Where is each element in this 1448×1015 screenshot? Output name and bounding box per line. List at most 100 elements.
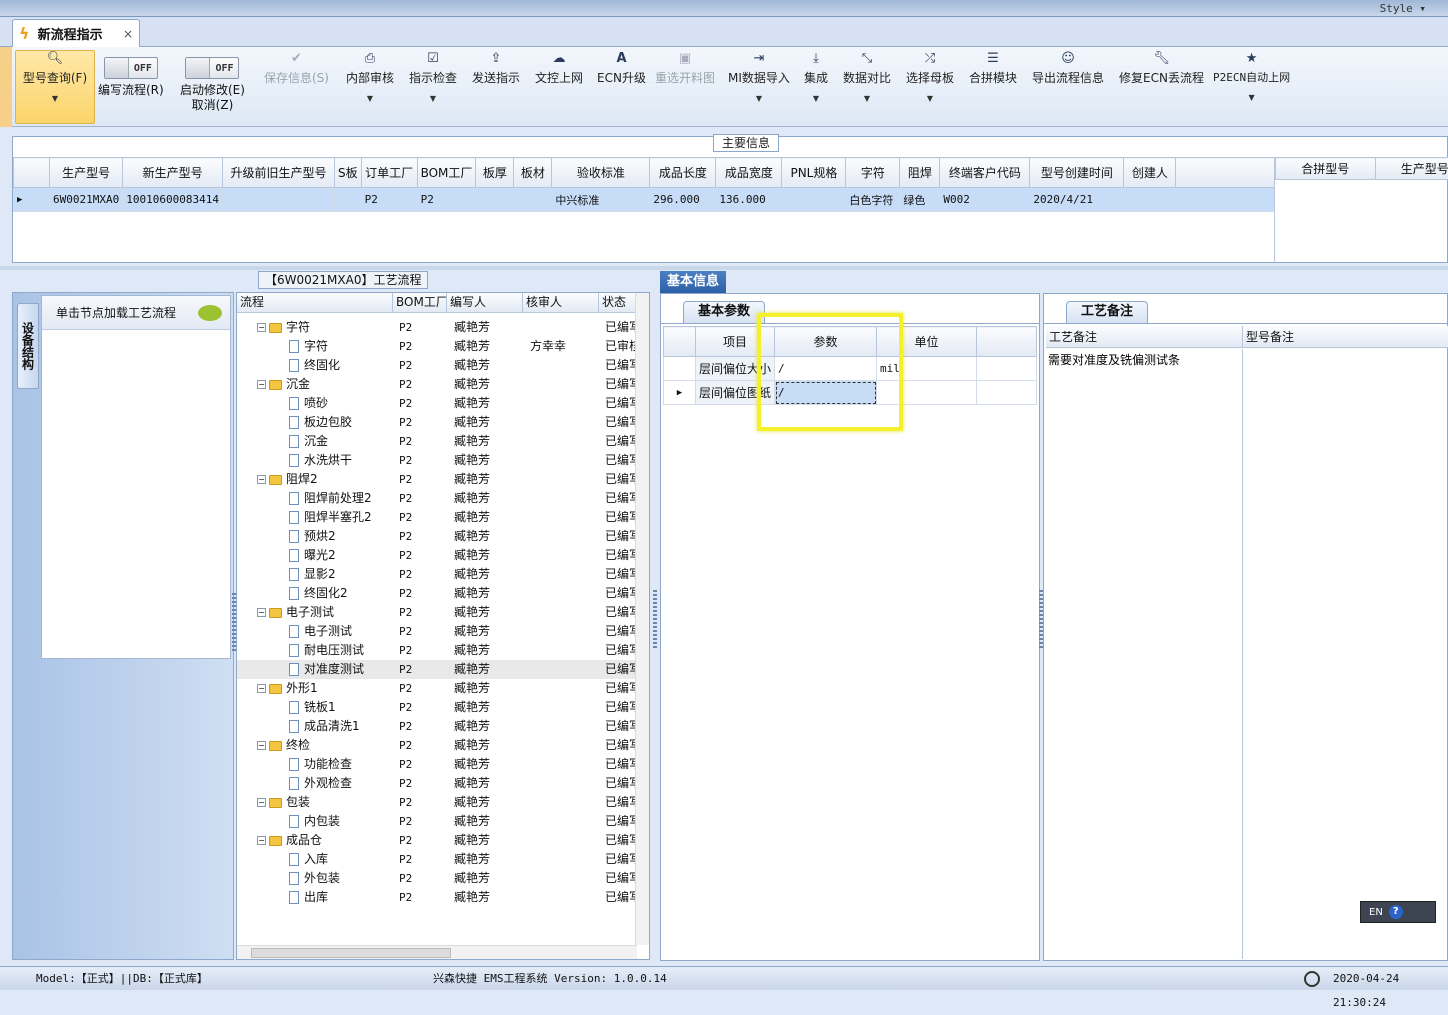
cell[interactable]: 296.000	[649, 187, 717, 212]
cell[interactable]: 绿色	[899, 187, 941, 212]
doc-control-online-button[interactable]: ☁ 文控上网	[535, 51, 583, 86]
scroll-thumb[interactable]	[251, 948, 451, 958]
table-row[interactable]: ▶ 6W0021MXA0 10010600083414 P2 P2 中兴标准 296.000…	[13, 187, 1275, 212]
collapse-icon[interactable]: −	[257, 798, 266, 807]
collapse-icon[interactable]: −	[257, 684, 266, 693]
cell[interactable]	[221, 187, 335, 212]
cell[interactable]: 中兴标准	[551, 187, 651, 212]
fix-ecn-lost-flow-button[interactable]: 🔧︎ 修复ECN丢流程	[1119, 51, 1204, 86]
internal-review-button[interactable]: ⎙ 内部审核 ▼	[346, 51, 394, 103]
tree-row[interactable]: − 字符 P2 臧艳芳 已编写	[237, 318, 637, 337]
close-icon[interactable]: ×	[123, 27, 133, 41]
cell[interactable]: 白色字符	[845, 187, 901, 212]
column-header[interactable]: 成品宽度	[715, 157, 783, 188]
horizontal-splitter[interactable]	[0, 266, 1448, 270]
select-master-board-button[interactable]: ⤮ 选择母板 ▼	[906, 51, 954, 103]
tree-row[interactable]: 铣板1 P2 臧艳芳 已编写	[237, 698, 637, 717]
column-header[interactable]: 板厚	[475, 157, 515, 188]
export-flow-info-button[interactable]: ☺ 导出流程信息	[1032, 51, 1104, 86]
tab-process-notes[interactable]: 工艺备注	[1066, 301, 1149, 323]
tree-row[interactable]: 字符 P2 臧艳芳 方幸幸 已审核	[237, 337, 637, 356]
tree-row[interactable]: 喷砂 P2 臧艳芳 已编写	[237, 394, 637, 413]
status-column-header[interactable]: 状态	[599, 293, 637, 312]
tree-row[interactable]: 内包装 P2 臧艳芳 已编写	[237, 812, 637, 831]
column-header[interactable]: 型号创建时间	[1029, 157, 1125, 188]
column-header[interactable]: 终端客户代码	[939, 157, 1031, 188]
collapse-icon[interactable]: −	[257, 608, 266, 617]
cancel-button[interactable]: 取消(Z)	[192, 98, 234, 113]
column-header[interactable]: 字符	[845, 157, 901, 188]
tree-row[interactable]: − 终检 P2 臧艳芳 已编写	[237, 736, 637, 755]
cell[interactable]	[1123, 187, 1177, 212]
process-notes-textarea[interactable]: 需要对准度及铣偏测试条	[1046, 349, 1243, 959]
load-flow-header[interactable]: 单击节点加载工艺流程	[42, 296, 230, 330]
column-header[interactable]: 创建人	[1123, 157, 1177, 188]
save-info-button[interactable]: ✔ 保存信息(S)	[264, 51, 329, 86]
tree-row[interactable]: 水洗烘干 P2 臧艳芳 已编写	[237, 451, 637, 470]
cell[interactable]: P2	[416, 187, 477, 212]
tree-row[interactable]: 阻焊前处理2 P2 臧艳芳 已编写	[237, 489, 637, 508]
bom-factory-column-header[interactable]: BOM工厂	[393, 293, 447, 312]
tree-row[interactable]: 终固化2 P2 臧艳芳 已编写	[237, 584, 637, 603]
cell[interactable]: 6W0021MXA0	[48, 187, 124, 212]
tree-row[interactable]: − 包装 P2 臧艳芳 已编写	[237, 793, 637, 812]
column-header[interactable]: 成品长度	[649, 157, 717, 188]
tree-row[interactable]: 外包装 P2 臧艳芳 已编写	[237, 869, 637, 888]
merge-module-button[interactable]: ☰ 合拼模块	[969, 51, 1017, 86]
tree-row[interactable]: 电子测试 P2 臧艳芳 已编写	[237, 622, 637, 641]
style-menu[interactable]: Style ▾	[1380, 2, 1426, 15]
tree-row[interactable]: − 阻焊2 P2 臧艳芳 已编写	[237, 470, 637, 489]
collapse-icon[interactable]: −	[257, 475, 266, 484]
help-icon[interactable]: ?	[1388, 905, 1403, 919]
tree-row[interactable]: 曝光2 P2 臧艳芳 已编写	[237, 546, 637, 565]
ime-bar[interactable]: EN ?	[1360, 901, 1436, 923]
data-compare-button[interactable]: ⤡ 数据对比 ▼	[843, 51, 891, 103]
tree-row[interactable]: − 外形1 P2 臧艳芳 已编写	[237, 679, 637, 698]
tree-row[interactable]: − 成品仓 P2 臧艳芳 已编写	[237, 831, 637, 850]
merge-model-header[interactable]: 合拼型号	[1275, 157, 1376, 180]
cell[interactable]: W002	[939, 187, 1031, 212]
collapse-icon[interactable]: −	[257, 836, 266, 845]
collapse-icon[interactable]: −	[257, 380, 266, 389]
tab-new-flow[interactable]: ϟ 新流程指示 ×	[12, 19, 140, 47]
cell[interactable]: 10010600083414	[122, 187, 223, 212]
tree-row[interactable]: 阻焊半塞孔2 P2 臧艳芳 已编写	[237, 508, 637, 527]
ime-language[interactable]: EN	[1369, 907, 1383, 918]
start-modify-toggle[interactable]: OFF	[185, 57, 240, 79]
column-header[interactable]: 订单工厂	[360, 157, 418, 188]
tree-row[interactable]: 功能检查 P2 臧艳芳 已编写	[237, 755, 637, 774]
tab-equipment-structure[interactable]: 设备结构	[17, 303, 39, 389]
writer-column-header[interactable]: 编写人	[447, 293, 523, 312]
send-instruction-button[interactable]: ⇪ 发送指示	[472, 51, 520, 86]
flow-column-header[interactable]: 流程	[237, 293, 393, 312]
cell[interactable]	[475, 187, 515, 212]
column-header[interactable]: S板	[333, 157, 362, 188]
tree-row[interactable]: 耐电压测试 P2 臧艳芳 已编写	[237, 641, 637, 660]
column-header[interactable]: 新生产型号	[122, 157, 223, 188]
column-header[interactable]: 生产型号	[48, 157, 124, 188]
column-header[interactable]: 板材	[513, 157, 553, 188]
model-notes-textarea[interactable]	[1244, 349, 1446, 959]
cell[interactable]: 2020/4/21	[1029, 187, 1125, 212]
query-button[interactable]: 🔍︎ 型号查询(F) ▼	[15, 50, 95, 124]
reselect-cut-chart-button[interactable]: ▣ 重选开料图	[655, 51, 715, 86]
cell[interactable]: P2	[360, 187, 418, 212]
tab-basic-info[interactable]: 基本信息	[660, 271, 726, 293]
instruction-check-button[interactable]: ☑ 指示检查 ▼	[409, 51, 457, 103]
tree-row[interactable]: 出库 P2 臧艳芳 已编写	[237, 888, 637, 907]
tab-basic-params[interactable]: 基本参数	[683, 301, 766, 323]
vertical-scrollbar[interactable]	[635, 293, 649, 945]
integrate-button[interactable]: ⤓ 集成 ▼	[804, 51, 828, 103]
collapse-icon[interactable]: −	[257, 741, 266, 750]
tree-row[interactable]: 预烘2 P2 臧艳芳 已编写	[237, 527, 637, 546]
tree-row[interactable]: 沉金 P2 臧艳芳 已编写	[237, 432, 637, 451]
tree-row[interactable]: − 沉金 P2 臧艳芳 已编写	[237, 375, 637, 394]
tree-row[interactable]: 入库 P2 臧艳芳 已编写	[237, 850, 637, 869]
splitter-grip[interactable]	[653, 590, 657, 650]
p2ecn-auto-online-button[interactable]: ★ P2ECN自动上网 ▼	[1213, 51, 1290, 102]
ecn-upgrade-button[interactable]: A ECN升级	[597, 51, 646, 86]
column-header[interactable]: BOM工厂	[416, 157, 477, 188]
cell[interactable]	[513, 187, 553, 212]
mi-data-import-button[interactable]: ⇥ MI数据导入 ▼	[728, 51, 790, 103]
side-production-model-header[interactable]: 生产型号	[1374, 157, 1448, 180]
